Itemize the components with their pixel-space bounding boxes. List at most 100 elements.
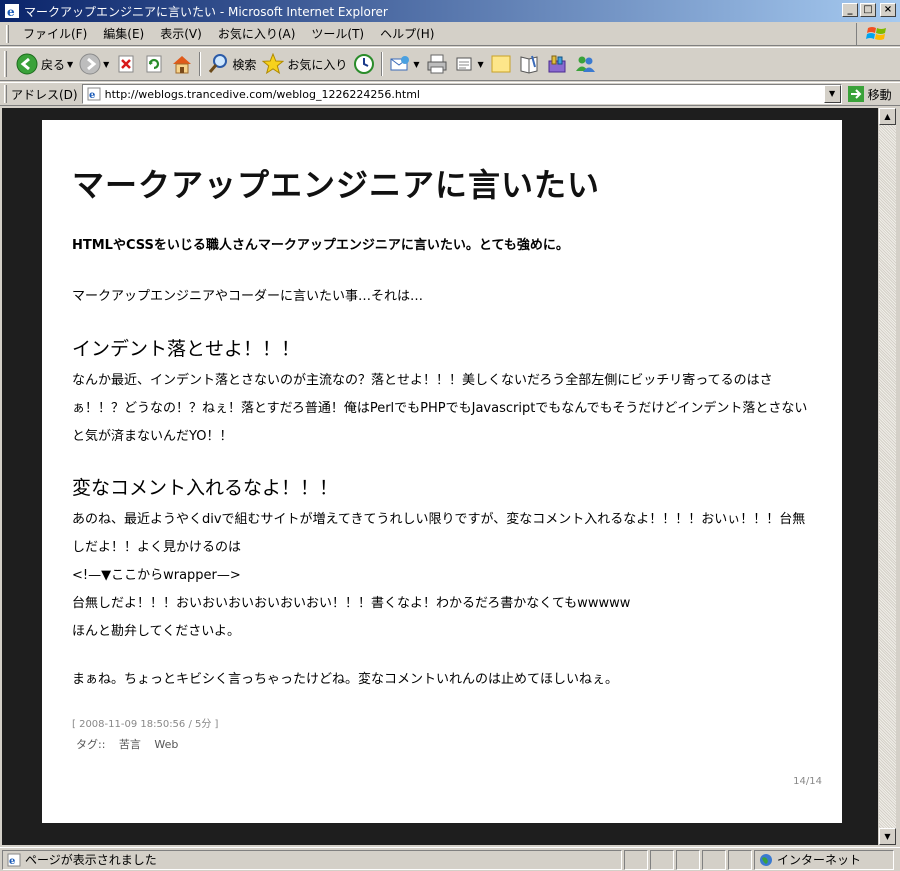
- status-main: e ページが表示されました: [2, 849, 622, 870]
- tags-label: タグ::: [76, 738, 106, 751]
- section-text: なんか最近、インデント落とさないのが主流なの？落とせよ！！！美しくないだろう全部…: [72, 373, 808, 444]
- section-line: ほんと勘弁してくださいよ。: [72, 624, 240, 639]
- section-line: 台無しだよ！！！おいおいおいおいおいおい！！！書くなよ！わかるだろ書かなくてもw…: [72, 596, 631, 611]
- mail-icon: [389, 53, 411, 75]
- content-viewport: マークアップエンジニアに言いたい HTMLやCSSをいじる職人さんマークアップエ…: [2, 108, 878, 845]
- scroll-up-button[interactable]: ▲: [879, 108, 896, 125]
- address-dropdown-icon[interactable]: ▼: [823, 85, 841, 103]
- page-number: 14/14: [793, 776, 822, 787]
- comment-example: <!—▼ここからwrapper—>: [72, 568, 241, 583]
- status-cell: [676, 849, 700, 870]
- refresh-button[interactable]: [140, 50, 168, 78]
- window-title: マークアップエンジニアに言いたい - Microsoft Internet Ex…: [24, 4, 388, 19]
- article-closing: まぁね。ちょっとキビシく言っちゃったけどね。変なコメントいれんのは止めてほしいね…: [72, 672, 619, 687]
- search-button[interactable]: 検索: [204, 50, 259, 78]
- section-indent: インデント落とせよ！！！ なんか最近、インデント落とさないのが主流なの？落とせよ…: [72, 334, 812, 451]
- address-field[interactable]: e ▼: [81, 84, 842, 104]
- search-icon: [207, 53, 229, 75]
- status-text: ページが表示されました: [25, 853, 157, 867]
- tag-list: タグ:: 苦言 Web: [72, 736, 812, 752]
- status-bar: e ページが表示されました インターネット: [0, 847, 900, 871]
- address-input[interactable]: [104, 87, 825, 101]
- star-icon: [262, 53, 285, 75]
- forward-dropdown-icon[interactable]: ▼: [103, 60, 109, 69]
- research-button[interactable]: [515, 50, 543, 78]
- standard-toolbar: 戻る ▼ ▼ 検索 お気に入り ▼ ▼: [0, 47, 900, 81]
- svg-text:e: e: [89, 90, 95, 101]
- minimize-button[interactable]: _: [842, 3, 858, 17]
- forward-button[interactable]: ▼: [76, 50, 112, 78]
- tag-link[interactable]: Web: [154, 738, 178, 751]
- history-button[interactable]: [350, 50, 378, 78]
- note-icon: [490, 53, 512, 75]
- svg-text:e: e: [7, 5, 15, 18]
- section-text: あのね、最近ようやくdivで組むサイトが増えてきてうれしい限りですが、変なコメン…: [72, 512, 806, 555]
- windows-logo-icon: [856, 23, 896, 45]
- section-heading: 変なコメント入れるなよ！！！: [72, 477, 339, 499]
- go-label: 移動: [867, 87, 892, 102]
- status-cell: [728, 849, 752, 870]
- maximize-button[interactable]: □: [860, 3, 876, 17]
- history-icon: [353, 53, 375, 75]
- favorites-button[interactable]: お気に入り: [259, 50, 350, 78]
- messenger-icon: [574, 53, 596, 75]
- edit-dropdown-icon[interactable]: ▼: [478, 60, 484, 69]
- section-comments: 変なコメント入れるなよ！！！ あのね、最近ようやくdivで組むサイトが増えてきて…: [72, 473, 812, 646]
- stop-icon: [115, 53, 137, 75]
- printer-icon: [426, 53, 448, 75]
- post-meta: [ 2008-11-09 18:50:56 / 5分 ]: [72, 719, 219, 730]
- home-icon: [171, 53, 193, 75]
- favorites-label: お気に入り: [287, 57, 348, 72]
- menu-file[interactable]: ファイル(F): [15, 24, 95, 44]
- article-title: マークアップエンジニアに言いたい: [72, 166, 601, 204]
- discuss-button[interactable]: [487, 50, 515, 78]
- scroll-down-button[interactable]: ▼: [879, 828, 896, 845]
- menu-help[interactable]: ヘルプ(H): [372, 24, 442, 44]
- slide-page: マークアップエンジニアに言いたい HTMLやCSSをいじる職人さんマークアップエ…: [42, 120, 842, 823]
- stop-button[interactable]: [112, 50, 140, 78]
- edit-button[interactable]: ▼: [451, 50, 487, 78]
- back-dropdown-icon[interactable]: ▼: [67, 60, 73, 69]
- menu-view[interactable]: 表示(V): [152, 24, 210, 44]
- mail-button[interactable]: ▼: [386, 50, 422, 78]
- toolbar-grip[interactable]: [4, 51, 7, 77]
- back-button[interactable]: 戻る ▼: [13, 50, 76, 78]
- zone-label: インターネット: [777, 853, 862, 867]
- go-button[interactable]: 移動: [847, 86, 892, 103]
- book-icon: [518, 53, 540, 75]
- status-cell: [702, 849, 726, 870]
- scroll-track[interactable]: [879, 125, 896, 828]
- menu-tools[interactable]: ツール(T): [303, 24, 372, 44]
- messenger-button[interactable]: [571, 50, 599, 78]
- forward-arrow-icon: [79, 53, 101, 75]
- go-arrow-icon: [847, 86, 864, 102]
- messenger-tool-button[interactable]: [543, 50, 571, 78]
- title-bar: e マークアップエンジニアに言いたい - Microsoft Internet …: [0, 0, 900, 22]
- security-zone[interactable]: インターネット: [754, 849, 894, 870]
- toolbar-separator: [199, 52, 202, 76]
- globe-icon: [760, 853, 772, 866]
- home-button[interactable]: [168, 50, 196, 78]
- toolbox-icon: [546, 53, 568, 75]
- close-button[interactable]: ×: [880, 3, 896, 17]
- page-icon: e: [86, 86, 102, 102]
- menubar-grip[interactable]: [6, 24, 9, 43]
- refresh-icon: [143, 53, 165, 75]
- menu-favorites[interactable]: お気に入り(A): [210, 24, 304, 44]
- page-icon: e: [7, 853, 21, 867]
- menu-bar: ファイル(F) 編集(E) 表示(V) お気に入り(A) ツール(T) ヘルプ(…: [0, 22, 900, 46]
- status-cell: [624, 849, 648, 870]
- ie-icon: e: [4, 3, 20, 19]
- mail-dropdown-icon[interactable]: ▼: [413, 60, 419, 69]
- vertical-scrollbar[interactable]: ▲ ▼: [879, 108, 896, 845]
- back-arrow-icon: [16, 53, 38, 75]
- menu-edit[interactable]: 編集(E): [95, 24, 152, 44]
- tag-link[interactable]: 苦言: [119, 738, 141, 751]
- article-lead: HTMLやCSSをいじる職人さんマークアップエンジニアに言いたい。とても強めに。: [72, 238, 569, 253]
- search-label: 検索: [232, 57, 257, 72]
- address-label: アドレス(D): [11, 87, 78, 102]
- article-intro: マークアップエンジニアやコーダーに言いたい事…それは…: [72, 289, 424, 304]
- print-button[interactable]: [423, 50, 451, 78]
- back-label: 戻る: [41, 57, 66, 72]
- addressbar-grip[interactable]: [4, 85, 7, 103]
